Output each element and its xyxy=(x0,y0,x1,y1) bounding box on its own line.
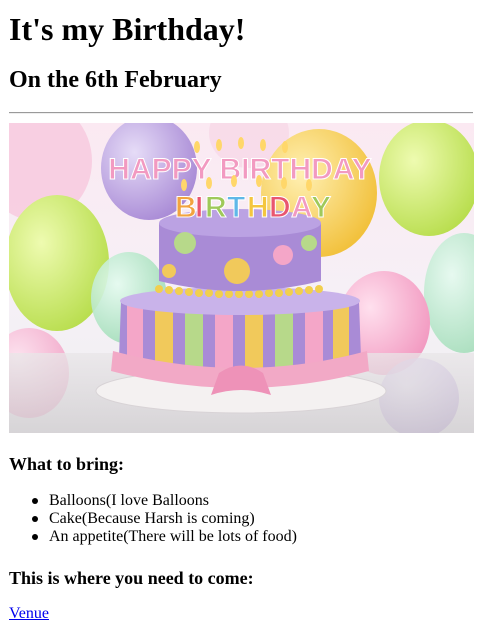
list-item-text: Balloons(I love Balloons xyxy=(49,492,209,509)
svg-text:D: D xyxy=(269,191,291,224)
list-item: Cake(Because Harsh is coming) xyxy=(9,510,297,528)
candle-text: HAPPY BIRTHDAY xyxy=(108,153,372,187)
list-item-text: An appetite(There will be lots of food) xyxy=(49,528,297,545)
bullet-icon xyxy=(32,516,38,522)
svg-text:H: H xyxy=(247,191,269,224)
page-title: It's my Birthday! xyxy=(9,11,246,47)
svg-text:B: B xyxy=(175,191,197,224)
svg-text:HAPPY BIRTHDAY: HAPPY BIRTHDAY xyxy=(108,153,371,186)
svg-text:I: I xyxy=(195,191,203,224)
birthday-candles: B I R T H D A Y xyxy=(175,191,332,225)
svg-text:T: T xyxy=(227,191,245,224)
bullet-icon xyxy=(32,498,38,504)
list-item-text: Cake(Because Harsh is coming) xyxy=(49,510,255,527)
svg-text:R: R xyxy=(205,191,227,224)
svg-text:Y: Y xyxy=(311,191,331,224)
venue-link[interactable]: Venue xyxy=(9,605,49,623)
list-item: An appetite(There will be lots of food) xyxy=(9,528,297,546)
venue-heading: This is where you need to come: xyxy=(9,568,254,588)
birthday-cake-image: HAPPY BIRTHDAY B I R T H D A Y xyxy=(9,123,474,433)
bullet-icon xyxy=(32,534,38,540)
cake-bottom-tier xyxy=(119,287,361,373)
horizontal-rule xyxy=(9,112,473,114)
bring-heading: What to bring: xyxy=(9,454,125,474)
page-subtitle: On the 6th February xyxy=(9,67,222,93)
bring-list: Balloons(I love Balloons Cake(Because Ha… xyxy=(9,492,297,546)
list-item: Balloons(I love Balloons xyxy=(9,492,297,510)
svg-text:A: A xyxy=(291,191,313,224)
